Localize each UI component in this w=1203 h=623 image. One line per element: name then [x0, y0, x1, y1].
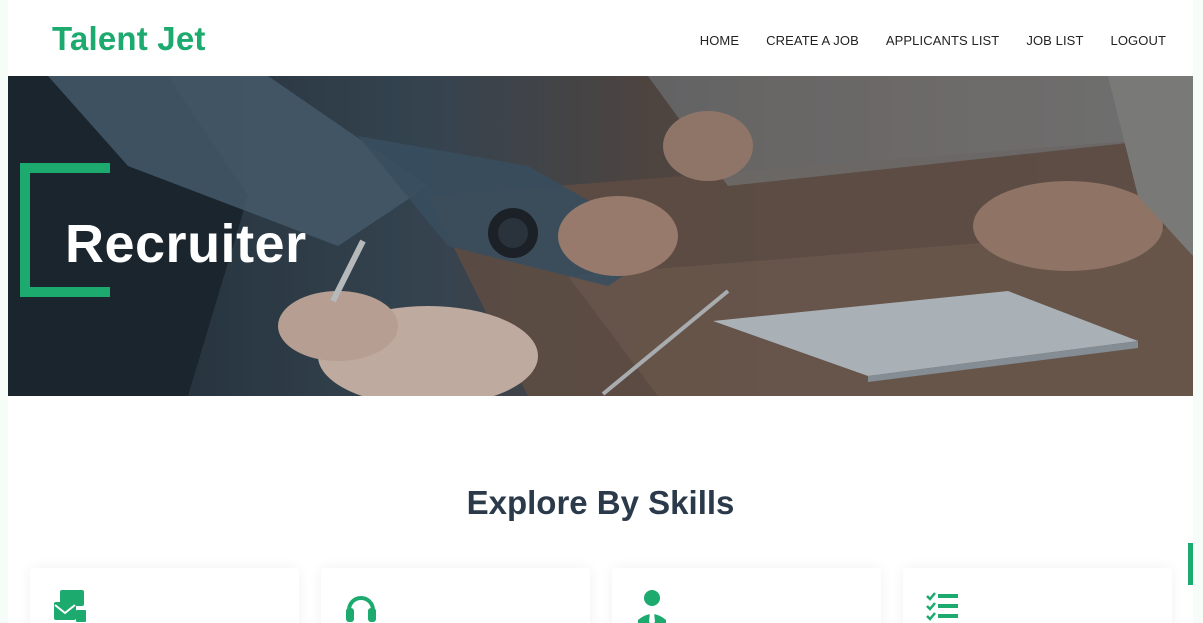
- skill-card[interactable]: [321, 568, 590, 623]
- skill-card[interactable]: [612, 568, 881, 623]
- checklist-icon: [926, 592, 958, 621]
- skill-card[interactable]: [903, 568, 1172, 623]
- headset-icon: [346, 596, 376, 622]
- scroll-side-tab[interactable]: [1188, 543, 1193, 585]
- nav-create-a-job[interactable]: CREATE A JOB: [766, 33, 859, 48]
- explore-title: Explore By Skills: [466, 484, 735, 521]
- hero-banner: Recruiter: [8, 76, 1193, 396]
- nav-logout[interactable]: LOGOUT: [1111, 33, 1167, 48]
- brand-logo[interactable]: Talent Jet: [52, 20, 206, 58]
- hero-title: Recruiter: [65, 214, 307, 274]
- user-tie-icon: [638, 590, 666, 623]
- skill-card[interactable]: [30, 568, 299, 623]
- mail-cards-icon: [54, 590, 86, 622]
- main-nav: HOME CREATE A JOB APPLICANTS LIST JOB LI…: [700, 33, 1166, 48]
- nav-home[interactable]: HOME: [700, 33, 739, 48]
- site-header: Talent Jet HOME CREATE A JOB APPLICANTS …: [8, 0, 1193, 76]
- nav-job-list[interactable]: JOB LIST: [1026, 33, 1083, 48]
- nav-applicants-list[interactable]: APPLICANTS LIST: [886, 33, 999, 48]
- page: Talent Jet HOME CREATE A JOB APPLICANTS …: [8, 0, 1193, 623]
- skill-cards: [30, 568, 1172, 623]
